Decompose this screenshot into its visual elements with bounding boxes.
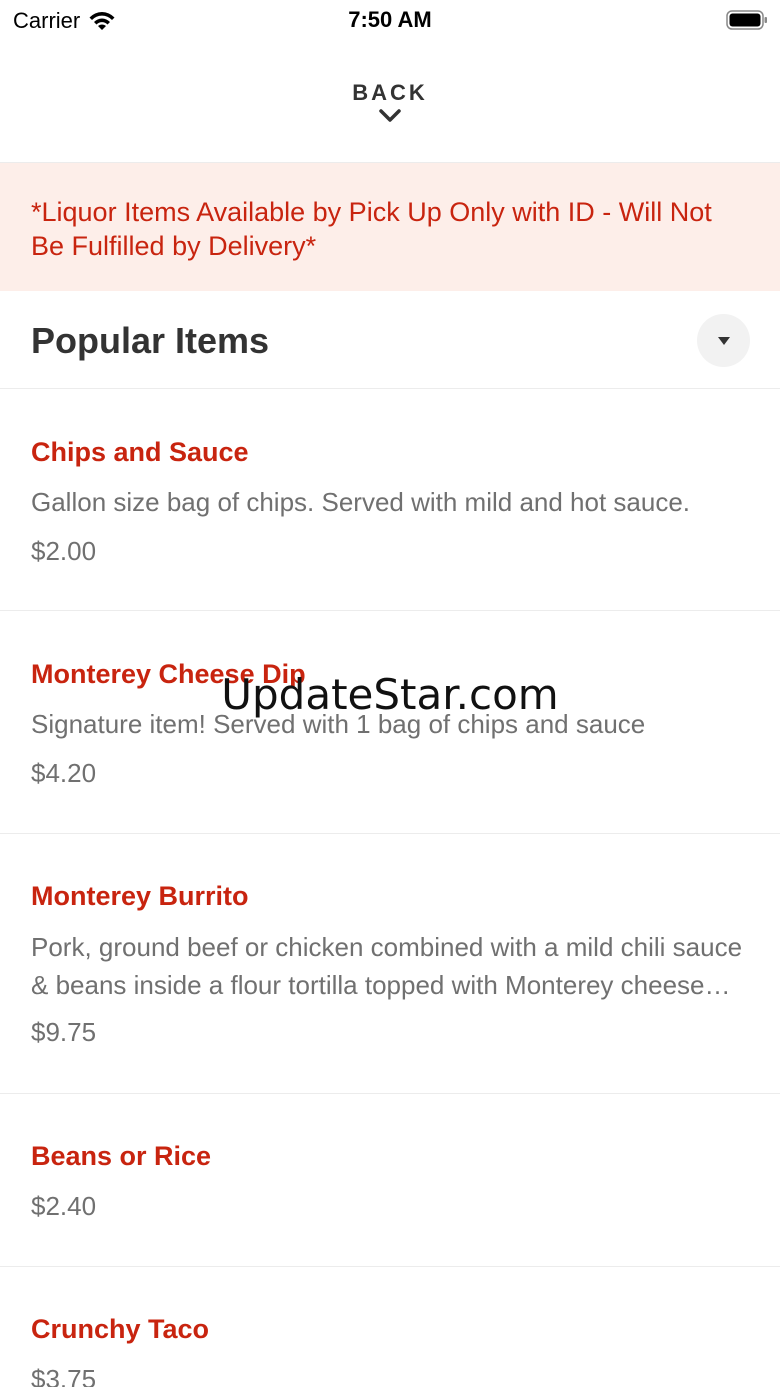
liquor-notice-banner: *Liquor Items Available by Pick Up Only … [0,163,780,291]
item-description: Gallon size bag of chips. Served with mi… [31,487,691,517]
caret-down-icon [717,336,730,345]
back-button[interactable]: BACK [0,60,780,163]
section-title: Popular Items [31,320,270,361]
back-label: BACK [352,80,428,105]
menu-item[interactable]: Monterey Cheese Dip Signature item! Serv… [0,612,780,834]
item-name: Crunchy Taco [31,1314,210,1344]
chevron-down-icon [379,109,401,122]
status-bar: Carrier 7:50 AM [0,0,780,40]
menu-item[interactable]: Beans or Rice $2.40 [0,1095,780,1267]
item-price: $2.40 [31,1191,97,1221]
item-name: Chips and Sauce [31,437,249,467]
menu-item[interactable]: Crunchy Taco $3.75 [0,1268,780,1387]
status-time: 7:50 AM [348,7,432,32]
menu-item[interactable]: Chips and Sauce Gallon size bag of chips… [0,389,780,611]
menu-item[interactable]: Monterey Burrito Pork, ground beef or ch… [0,835,780,1094]
item-price: $4.20 [31,758,97,788]
section-collapse-button[interactable] [697,314,750,367]
battery-icon [726,10,767,30]
item-price: $9.75 [31,1017,97,1047]
section-header: Popular Items [0,292,780,389]
item-name: Monterey Cheese Dip [31,659,306,689]
item-description: Signature item! Served with 1 bag of chi… [31,709,646,739]
item-price: $2.00 [31,536,97,566]
item-name: Beans or Rice [31,1141,212,1171]
item-name: Monterey Burrito [31,881,249,911]
item-price: $3.75 [31,1364,97,1387]
item-description: Pork, ground beef or chicken combined wi… [31,932,743,1000]
